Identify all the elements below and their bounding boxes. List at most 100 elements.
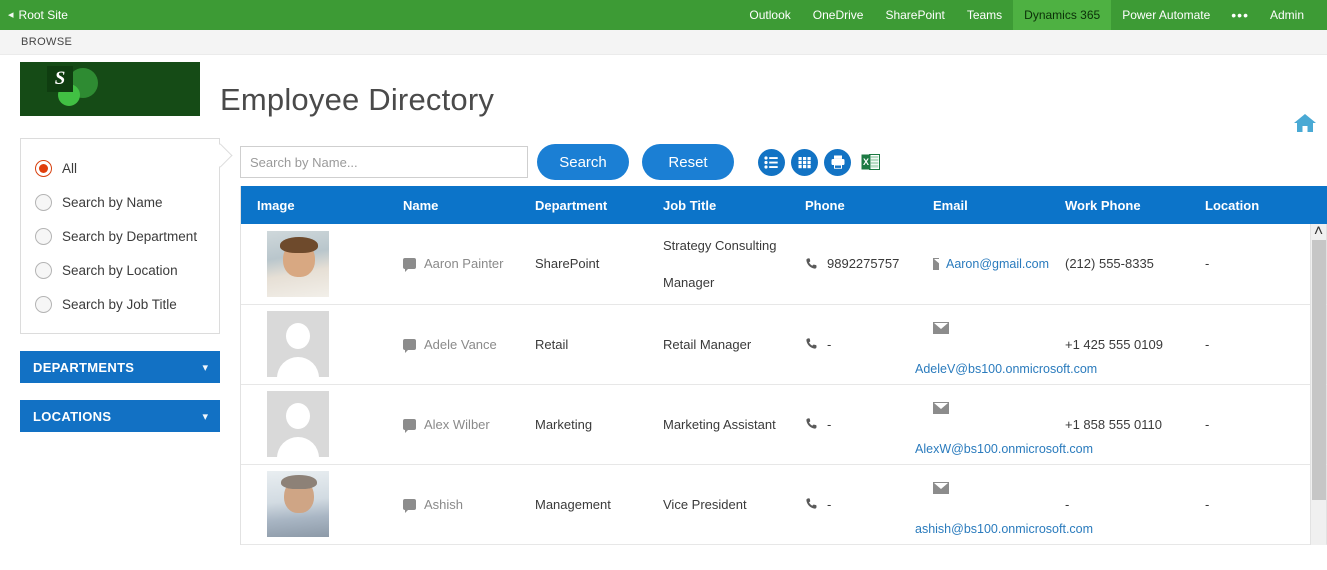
cell-department: SharePoint [519,224,647,305]
email-link[interactable]: Aaron@gmail.com [946,257,1049,271]
table-row[interactable]: Alex Wilber Marketing Marketing Assistan… [241,384,1327,465]
view-toggle-group: X [758,148,884,176]
column-header-department[interactable]: Department [519,186,647,224]
ribbon-tab-browse[interactable]: BROWSE [21,36,72,48]
cell-department: Management [519,464,647,545]
sidebar: All Search by Name Search by Department … [20,138,220,432]
accordion-locations[interactable]: LOCATIONS ▾ [20,400,220,432]
email-link[interactable]: AlexW@bs100.onmicrosoft.com [915,442,1093,456]
cell-phone: - [789,384,917,465]
employee-name[interactable]: Adele Vance [424,337,497,352]
table-scrollbar[interactable]: ˄ [1310,223,1326,545]
filter-option-department[interactable]: Search by Department [21,219,219,253]
table-row[interactable]: Adele Vance Retail Retail Manager - Adel… [241,304,1327,385]
suite-link-outlook[interactable]: Outlook [738,0,801,30]
table-header-row: Image Name Department Job Title Phone Em… [241,186,1327,224]
list-view-icon[interactable] [758,148,785,176]
filter-label-all: All [62,160,78,176]
search-input[interactable] [240,146,528,178]
sharepoint-logo[interactable]: S [20,62,200,116]
cell-email: AlexW@bs100.onmicrosoft.com [915,384,1093,465]
filter-option-all[interactable]: All [21,151,219,185]
avatar [267,311,329,377]
email-icon[interactable] [933,322,949,334]
home-icon[interactable] [1292,110,1318,136]
avatar [267,230,329,297]
filter-option-name[interactable]: Search by Name [21,185,219,219]
suite-link-teams[interactable]: Teams [956,0,1013,30]
radio-name-icon[interactable] [35,193,52,211]
email-icon[interactable] [933,482,949,494]
scrollbar-thumb[interactable] [1312,240,1326,500]
cell-name: Adele Vance [387,304,519,385]
suite-link-dynamics-365[interactable]: Dynamics 365 [1013,0,1112,30]
phone-value: - [827,416,832,432]
radio-department-icon[interactable] [35,227,52,245]
radio-job-title-icon[interactable] [35,295,52,313]
cell-phone: - [789,464,917,545]
email-icon[interactable] [933,402,949,414]
employee-table: Image Name Department Job Title Phone Em… [241,186,1327,545]
grid-view-icon[interactable] [791,148,818,176]
suite-link-power-automate[interactable]: Power Automate [1111,0,1221,30]
presence-chat-icon[interactable] [403,338,416,353]
employee-name[interactable]: Alex Wilber [424,417,490,432]
email-link[interactable]: ashish@bs100.onmicrosoft.com [915,522,1093,536]
cell-location: - [1189,224,1327,305]
phone-icon [806,498,817,509]
accordion-departments[interactable]: DEPARTMENTS ▾ [20,351,220,383]
radio-location-icon[interactable] [35,261,52,279]
back-arrow-icon[interactable]: ◂ [8,9,14,21]
filter-label-department: Search by Department [62,228,198,244]
column-header-name[interactable]: Name [387,186,519,224]
employee-name[interactable]: Aaron Painter [424,256,504,271]
table-body: Aaron Painter SharePoint Strategy Consul… [241,224,1327,545]
column-header-phone[interactable]: Phone [789,186,917,224]
column-header-work-phone[interactable]: Work Phone [1049,186,1189,224]
cell-job-title: Marketing Assistant [647,384,789,465]
reset-button[interactable]: Reset [642,144,734,180]
radio-all-icon[interactable] [35,159,52,177]
filter-option-job-title[interactable]: Search by Job Title [21,287,219,321]
avatar-placeholder-head-icon [286,403,310,429]
cell-location: - [1189,304,1327,385]
suite-link-onedrive[interactable]: OneDrive [802,0,875,30]
svg-text:X: X [862,157,868,167]
filter-option-location[interactable]: Search by Location [21,253,219,287]
filter-label-job-title: Search by Job Title [62,296,177,312]
presence-chat-icon[interactable] [403,498,416,513]
cell-image [241,304,387,385]
phone-value: - [827,336,832,352]
cell-job-title: Retail Manager [647,304,789,385]
accordion-departments-label: DEPARTMENTS [33,359,135,375]
presence-chat-icon[interactable] [403,418,416,433]
employee-table-container: Image Name Department Job Title Phone Em… [240,186,1327,545]
employee-name[interactable]: Ashish [424,497,463,512]
email-icon[interactable] [933,257,948,270]
avatar-placeholder-body-icon [277,437,319,457]
cell-name: Aaron Painter [387,224,519,305]
suite-link-admin[interactable]: Admin [1259,0,1315,30]
table-row[interactable]: Aaron Painter SharePoint Strategy Consul… [241,224,1327,305]
root-site-link[interactable]: Root Site [19,8,68,22]
print-icon[interactable] [824,148,851,176]
email-link[interactable]: AdeleV@bs100.onmicrosoft.com [915,362,1097,376]
suite-link-sharepoint[interactable]: SharePoint [874,0,955,30]
column-header-email[interactable]: Email [917,186,1049,224]
cell-work-phone: (212) 555-8335 [1049,224,1189,305]
column-header-location[interactable]: Location [1189,186,1327,224]
search-button[interactable]: Search [537,144,629,180]
page-header: S Employee Directory [0,55,1327,138]
presence-chat-icon[interactable] [403,258,416,273]
phone-value: - [827,496,832,512]
scroll-up-icon[interactable]: ˄ [1311,223,1326,240]
column-header-job-title[interactable]: Job Title [647,186,789,224]
logo-letter-s: S [47,66,73,92]
column-header-image[interactable]: Image [241,186,387,224]
cell-name: Ashish [387,464,519,545]
table-row[interactable]: Ashish Management Vice President - ashis… [241,464,1327,545]
excel-export-icon[interactable]: X [857,148,884,176]
page-title: Employee Directory [220,82,495,117]
cell-department: Marketing [519,384,647,465]
suite-more-icon[interactable]: ••• [1221,0,1259,30]
